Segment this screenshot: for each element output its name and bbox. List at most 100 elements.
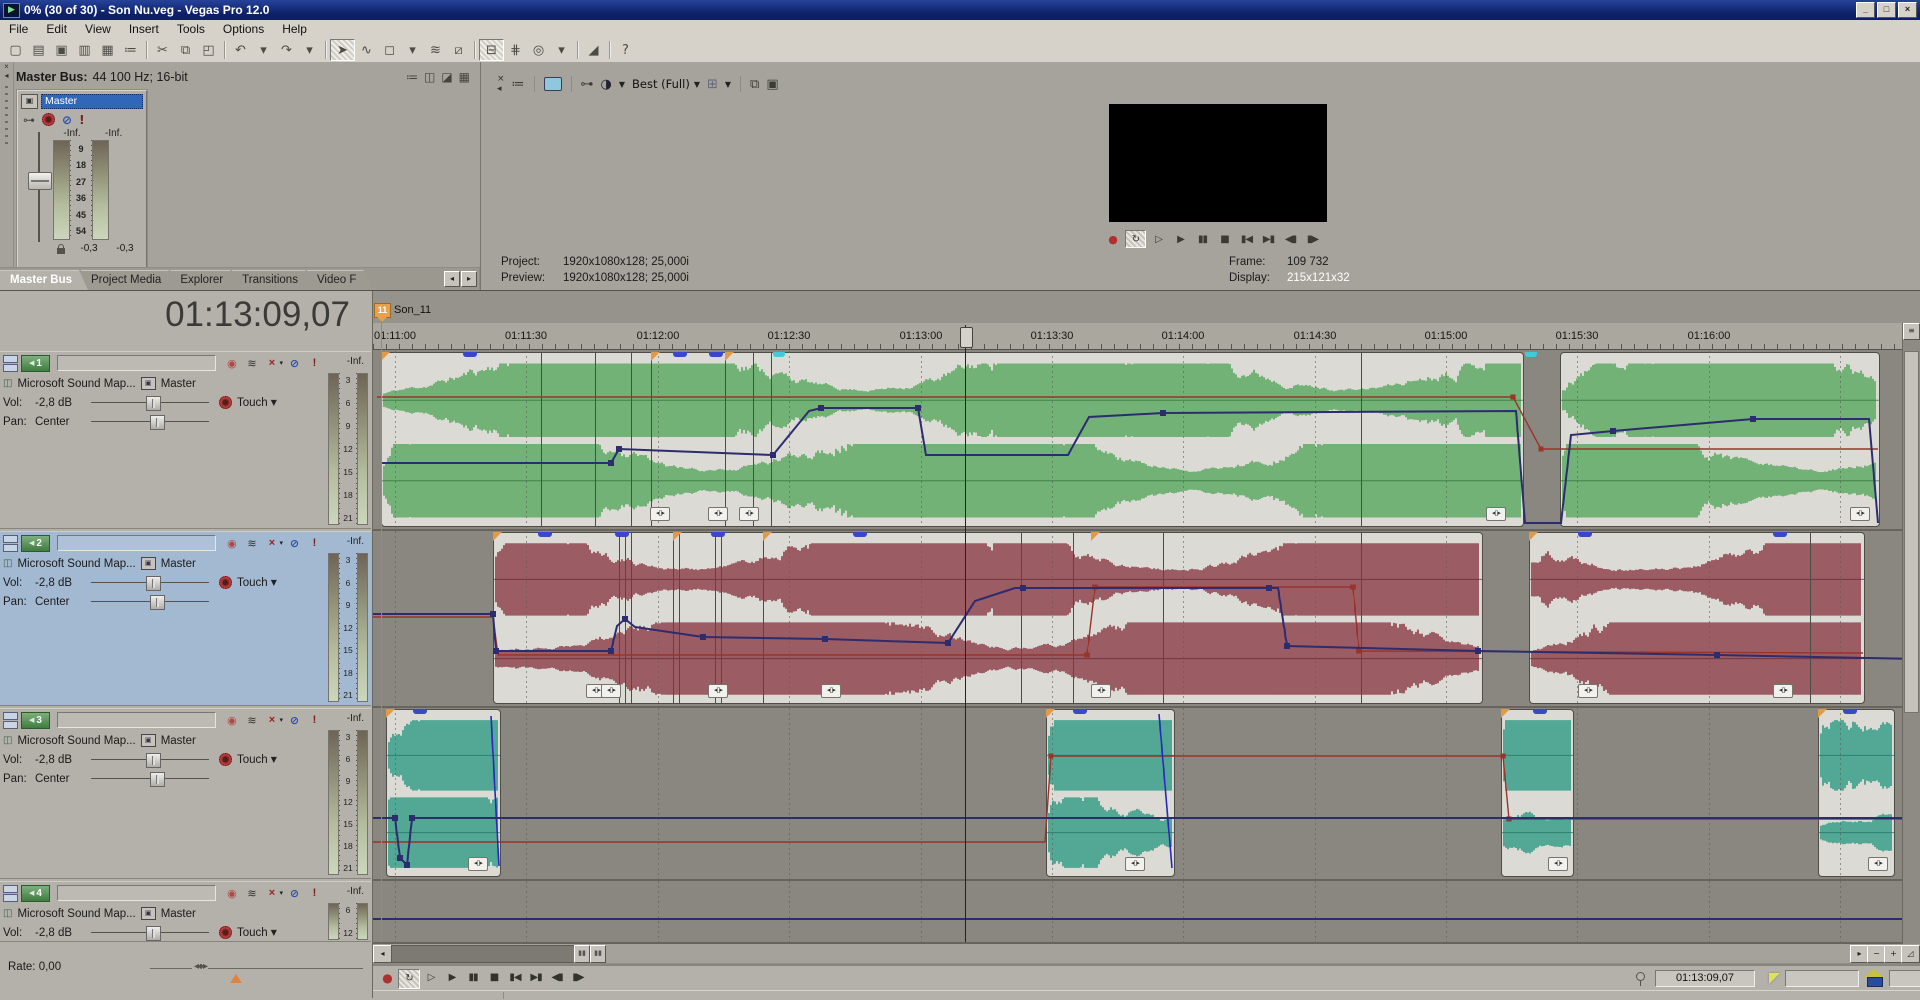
event-split[interactable] [715,532,716,704]
edit-cursor[interactable] [965,325,966,942]
status-timecode-field[interactable]: 01:13:09,07 [1655,970,1755,987]
automation-gear-icon[interactable] [219,576,232,589]
copy-snapshot-icon[interactable]: ⧉ [750,77,759,92]
preview-menu-icon[interactable]: ≔ [512,77,525,92]
device-name[interactable]: Microsoft Sound Map... [17,378,135,390]
track-number-badge[interactable]: ◀3 [21,712,50,729]
bus-assign-icon[interactable]: ▣ [141,734,156,747]
arm-record-icon[interactable]: ◉ [223,357,240,370]
event-split[interactable] [753,352,754,527]
normal-edit-tool-icon[interactable]: ➤ [330,39,355,61]
copy-icon[interactable]: ⧉ [174,40,197,60]
quantize-to-frames-icon[interactable]: ⊟ [479,39,504,61]
hscroll-thumb[interactable] [391,945,575,963]
mode-caret-icon[interactable]: ▼ [271,755,277,764]
preview-quality-select[interactable]: Best (Full)▼ [632,77,700,91]
bus-assign-icon[interactable]: ▣ [141,557,156,570]
render-as-icon[interactable]: ▦ [96,40,119,60]
track-header-2[interactable]: ◀2◉≋×▾⊘!-Inf.◫Microsoft Sound Map...▣Mas… [0,531,371,706]
event-split[interactable] [631,532,632,704]
event-split[interactable] [1361,352,1362,527]
mute-caret-icon[interactable]: ▾ [279,359,283,367]
audio-event[interactable] [1560,352,1880,527]
marker-bar[interactable]: 11 Son_11 [373,291,1920,324]
bus-assign-icon[interactable]: ▣ [141,907,156,920]
event-split[interactable] [1021,532,1022,704]
downmix-output-icon[interactable]: ◫ [424,70,435,84]
eraser-tool-icon[interactable]: ◢ [582,40,605,60]
bus-name-field[interactable]: Master [41,94,143,109]
event-split[interactable] [679,532,680,704]
record-button[interactable]: ● [1103,231,1122,247]
event-split[interactable] [771,352,772,527]
audio-event[interactable] [381,352,1524,527]
audio-event[interactable] [1046,709,1175,877]
mute-caret-icon[interactable]: ▾ [279,539,283,547]
meter-properties-icon[interactable]: ▦ [459,70,470,84]
pan-value[interactable]: Center [35,416,91,428]
tab-scroll-left-icon[interactable]: ◂ [444,271,460,287]
event-gain-handle[interactable]: ◂▯▸ [601,684,621,698]
event-split[interactable] [1163,532,1164,704]
maximize-button[interactable]: □ [1877,2,1896,18]
title-bar[interactable]: ▶ 0% (30 of 30) - Son Nu.veg - Vegas Pro… [0,0,1920,20]
play-from-start-button[interactable]: ▷ [421,969,441,987]
vol-slider[interactable] [91,576,209,589]
save-snapshot-icon[interactable]: ▣ [766,77,778,92]
track-name-field[interactable] [57,885,216,901]
vol-value[interactable]: -2,8 dB [35,754,91,766]
redo-list-icon[interactable]: ▾ [298,40,321,60]
track-number-badge[interactable]: ◀2 [21,535,50,552]
bus-name[interactable]: Master [161,378,196,390]
enable-snapping-icon[interactable]: ⋕ [504,40,527,60]
audio-event[interactable] [1529,532,1865,704]
automation-icon[interactable]: ≋ [243,537,260,550]
vol-slider[interactable] [91,396,209,409]
automation-mode[interactable]: Touch [237,397,268,409]
mute-icon[interactable]: × [263,537,280,549]
event-gain-handle[interactable]: ◂▯▸ [468,857,488,871]
next-frame-button[interactable]: ▮▶ [568,969,588,987]
event-gain-handle[interactable]: ◂▯▸ [1850,507,1870,521]
previous-frame-button[interactable]: ◀▮ [1281,231,1300,247]
event-gain-handle[interactable]: ◂▯▸ [1773,684,1793,698]
solo-icon[interactable]: ⊘ [286,887,303,900]
mute-caret-icon[interactable]: ▾ [279,716,283,724]
dim-output-icon[interactable]: ◪ [441,70,452,84]
menu-file[interactable]: File [0,21,37,37]
track-header-3[interactable]: ◀3◉≋×▾⊘!-Inf.◫Microsoft Sound Map...▣Mas… [0,708,371,879]
save-as-icon[interactable]: ▥ [73,40,96,60]
hscroll-left-icon[interactable]: ◂ [373,945,392,963]
event-gain-handle[interactable]: ◂▯▸ [1125,857,1145,871]
hscroll-grip-left[interactable] [574,945,590,963]
event-gain-handle[interactable]: ◂▯▸ [708,507,728,521]
cursor-handle[interactable] [960,327,973,348]
event-split[interactable] [673,532,674,704]
menu-help[interactable]: Help [273,21,316,37]
track-name-field[interactable] [57,355,216,371]
panel-close-icon[interactable]: ×◂ [497,74,505,94]
solo-icon[interactable]: ⊘ [286,537,303,550]
lock-icon[interactable] [57,248,65,254]
stop-button[interactable]: ■ [1215,231,1234,247]
automation-settings-icon[interactable] [42,113,55,126]
pan-slider[interactable] [91,595,209,608]
pan-slider-handle[interactable] [150,415,165,430]
undo-list-icon[interactable]: ▾ [252,40,275,60]
overlays-caret-icon[interactable]: ▼ [725,80,731,89]
event-split[interactable] [763,532,764,704]
selection-edit-tool-icon[interactable]: ◻ [378,40,401,60]
track-minimize-buttons[interactable] [3,535,18,552]
mode-caret-icon[interactable]: ▼ [271,578,277,587]
event-gain-handle[interactable]: ◂▯▸ [821,684,841,698]
play-button[interactable]: ▶ [1171,231,1190,247]
phase-icon[interactable]: ! [306,887,323,899]
vol-value[interactable]: -2,8 dB [35,927,91,939]
pan-slider[interactable] [91,415,209,428]
tab-transitions[interactable]: Transitions [232,270,314,290]
track-header-4[interactable]: ◀4◉≋×▾⊘!-Inf.◫Microsoft Sound Map...▣Mas… [0,881,371,942]
close-button[interactable]: × [1898,2,1917,18]
hscroll-grip-right[interactable] [590,945,606,963]
track-lane-2[interactable]: ◂▯▸◂▯▸◂▯▸◂▯▸◂▯▸◂▯▸◂▯▸ [373,531,1920,708]
rate-scrub-handle[interactable]: ◂◂▸▸ [192,961,208,972]
